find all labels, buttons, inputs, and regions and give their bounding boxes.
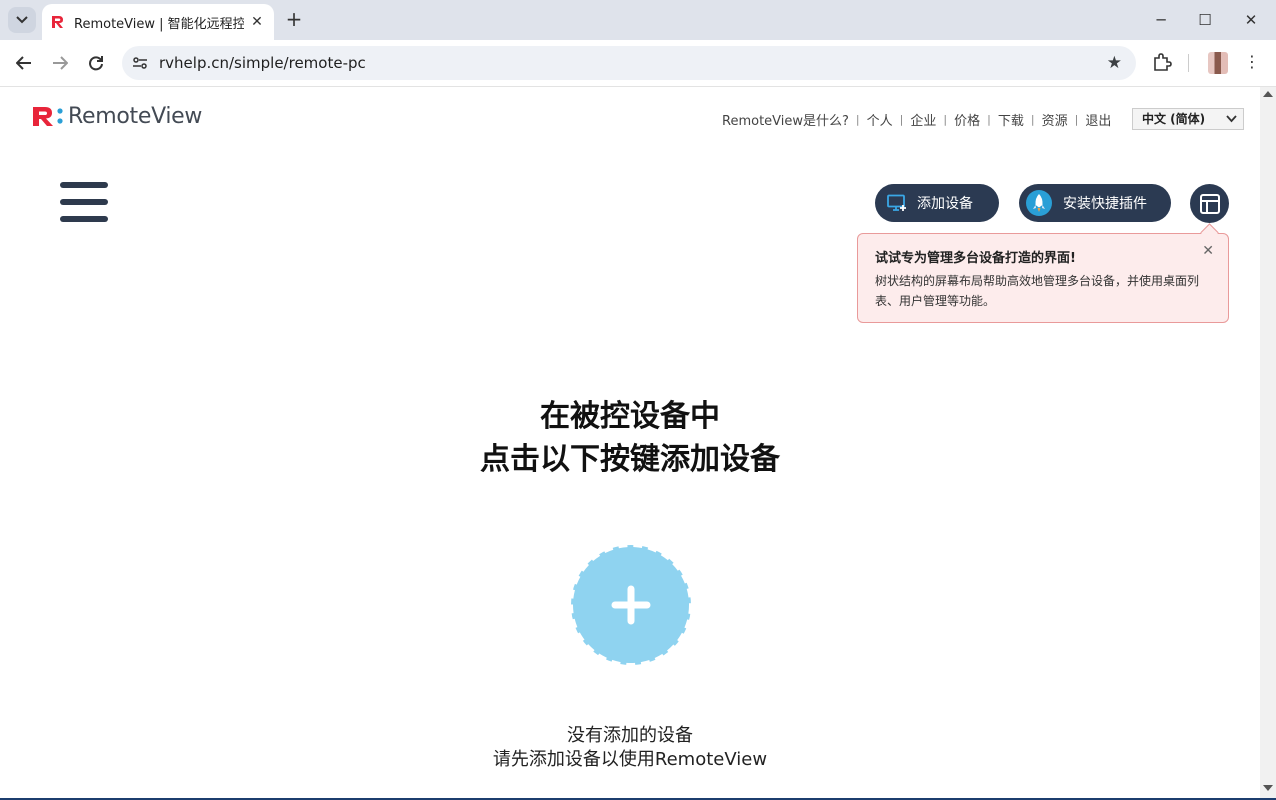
page-content: RemoteView RemoteView是什么? | 个人 | 企业 | 价格…	[0, 87, 1260, 798]
tab-search-button[interactable]	[8, 7, 36, 33]
language-value: 中文 (简体)	[1142, 112, 1206, 126]
arrow-left-icon	[16, 56, 31, 70]
add-device-button[interactable]: 添加设备	[875, 184, 999, 222]
layout-icon	[1199, 193, 1220, 214]
browser-toolbar: rvhelp.cn/simple/remote-pc ★	[0, 40, 1276, 87]
tooltip-title: 试试专为管理多台设备打造的界面!	[875, 251, 1076, 266]
remoteview-favicon-icon	[52, 16, 63, 28]
chevron-down-icon	[1226, 115, 1237, 123]
toolbar-divider	[1188, 54, 1189, 72]
nav-logout[interactable]: 退出	[1085, 110, 1111, 129]
tab-close-icon[interactable]: ✕	[248, 13, 266, 31]
nav-personal[interactable]: 个人	[867, 110, 893, 129]
headline-line-1: 在被控设备中	[540, 399, 720, 434]
layout-switch-button[interactable]	[1190, 184, 1229, 223]
minimize-button[interactable]: ─	[1138, 8, 1184, 32]
empty-state-line-1: 没有添加的设备	[567, 725, 693, 746]
reload-icon	[89, 56, 103, 71]
scroll-up-arrow-icon[interactable]	[1263, 91, 1273, 97]
chevron-down-icon	[16, 16, 28, 24]
tab-title: RemoteView | 智能化远程控制	[74, 17, 244, 32]
tooltip-close-icon[interactable]: ✕	[1202, 243, 1214, 259]
forward-button[interactable]	[48, 52, 72, 74]
headline-line-2: 点击以下按键添加设备	[480, 442, 780, 477]
nav-separator: |	[1074, 113, 1079, 126]
nav-what-is[interactable]: RemoteView是什么?	[722, 110, 849, 129]
arrow-right-icon	[53, 56, 68, 70]
nav-separator: |	[1030, 113, 1035, 126]
address-bar[interactable]: rvhelp.cn/simple/remote-pc ★	[122, 46, 1136, 80]
nav-pricing[interactable]: 价格	[954, 110, 980, 129]
puzzle-icon[interactable]	[1152, 52, 1172, 72]
browser-tab[interactable]: RemoteView | 智能化远程控制 ✕	[42, 4, 274, 40]
logo-mark-icon	[33, 107, 63, 126]
menu-hamburger-icon[interactable]	[60, 182, 108, 222]
hamburger-bar	[60, 199, 108, 205]
install-plugin-label: 安装快捷插件	[1063, 196, 1147, 212]
scroll-down-arrow-icon[interactable]	[1263, 785, 1273, 791]
reload-button[interactable]	[84, 52, 108, 74]
nav-separator: |	[855, 113, 860, 126]
feature-tooltip: 试试专为管理多台设备打造的界面! 树状结构的屏幕布局帮助高效地管理多台设备，并使…	[857, 233, 1229, 323]
hamburger-bar	[60, 216, 108, 222]
nav-enterprise[interactable]: 企业	[910, 110, 936, 129]
nav-separator: |	[943, 113, 948, 126]
browser-menu-button[interactable]: ⋮	[1244, 52, 1260, 72]
empty-state-line-2: 请先添加设备以使用RemoteView	[492, 749, 768, 770]
rocket-icon	[1026, 190, 1052, 216]
new-tab-button[interactable]: +	[284, 9, 304, 29]
nav-download[interactable]: 下载	[998, 110, 1024, 129]
add-device-big-button[interactable]	[568, 542, 694, 668]
monitor-plus-icon	[887, 194, 906, 211]
close-window-button[interactable]: ✕	[1228, 8, 1274, 32]
browser-window: RemoteView | 智能化远程控制 ✕ + ─ ☐ ✕ rvhelp.cn…	[0, 0, 1276, 798]
page-scrollbar[interactable]	[1260, 87, 1276, 798]
site-settings-icon[interactable]	[132, 55, 148, 71]
add-device-label: 添加设备	[917, 196, 973, 212]
empty-state-caption: 没有添加的设备 请先添加设备以使用RemoteView	[380, 724, 880, 772]
tab-strip: RemoteView | 智能化远程控制 ✕ + ─ ☐ ✕	[0, 0, 1276, 40]
top-navigation: RemoteView是什么? | 个人 | 企业 | 价格 | 下载 | 资源 …	[722, 110, 1111, 129]
url-text: rvhelp.cn/simple/remote-pc	[159, 54, 366, 72]
hamburger-bar	[60, 182, 108, 188]
nav-separator: |	[899, 113, 904, 126]
nav-resources[interactable]: 资源	[1042, 110, 1068, 129]
maximize-button[interactable]: ☐	[1182, 8, 1228, 32]
language-select[interactable]: 中文 (简体)	[1132, 108, 1244, 130]
logo-text: RemoteView	[68, 103, 203, 129]
nav-separator: |	[987, 113, 991, 126]
back-button[interactable]	[12, 52, 36, 74]
star-icon[interactable]: ★	[1107, 53, 1122, 73]
install-plugin-button[interactable]: 安装快捷插件	[1019, 184, 1171, 222]
tooltip-body: 树状结构的屏幕布局帮助高效地管理多台设备，并使用桌面列表、用户管理等功能。	[875, 274, 1200, 308]
remoteview-logo[interactable]: RemoteView	[32, 103, 202, 129]
page-headline: 在被控设备中 点击以下按键添加设备	[380, 395, 880, 481]
profile-avatar[interactable]	[1208, 52, 1228, 74]
